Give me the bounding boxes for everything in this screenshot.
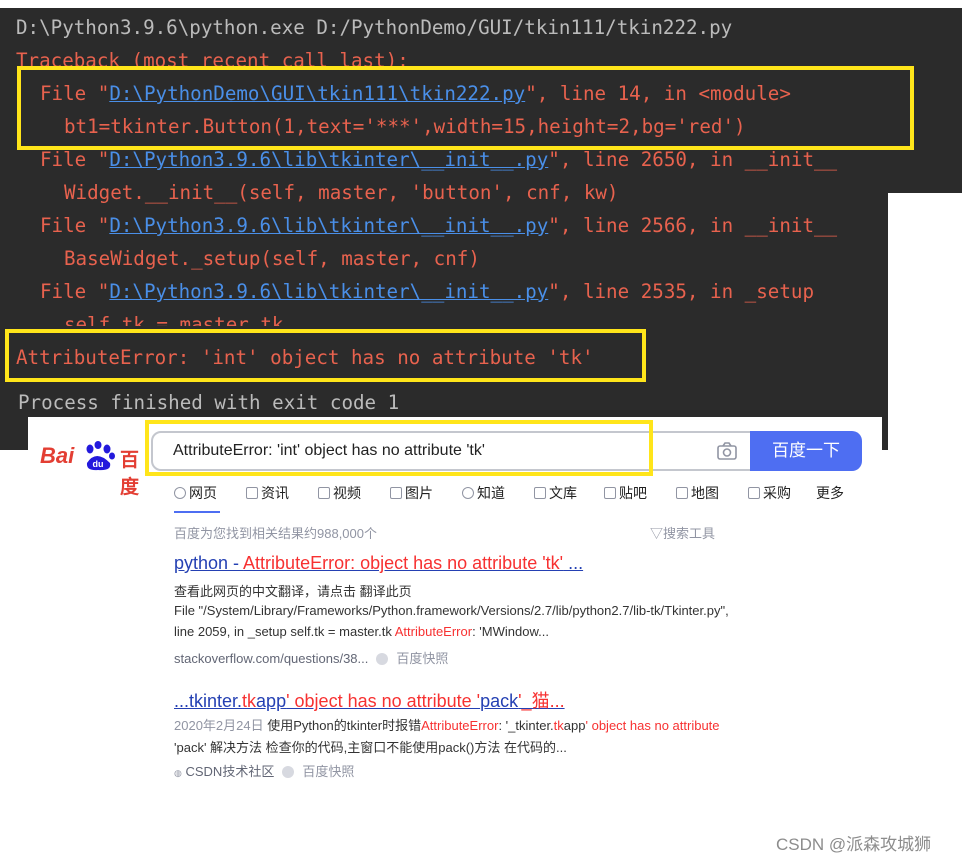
file-link[interactable]: D:\Python3.9.6\lib\tkinter\__init__.py — [109, 148, 548, 171]
search-tools-button[interactable]: ▽搜索工具 — [650, 523, 715, 542]
cart-icon — [748, 487, 760, 499]
snapshot-icon — [282, 766, 295, 778]
result-snippet: File "/System/Library/Frameworks/Python.… — [174, 603, 729, 618]
search-icon — [174, 487, 186, 499]
watermark: CSDN @派森攻城狮 — [776, 835, 932, 854]
image-icon — [390, 487, 402, 499]
tab-images[interactable]: 图片 — [390, 483, 433, 503]
active-tab-indicator — [174, 511, 220, 513]
snapshot-icon — [376, 653, 389, 665]
result-source[interactable]: stackoverflow.com/questions/38... 百度快照 — [174, 648, 448, 667]
result-date: 2020年2月24日 — [174, 718, 264, 733]
news-icon — [246, 487, 258, 499]
run-command: D:\Python3.9.6\python.exe D:/PythonDemo/… — [16, 16, 733, 39]
highlight-error-box — [5, 329, 646, 382]
tab-tieba[interactable]: 贴吧 — [604, 483, 647, 503]
snapshot-link[interactable]: 百度快照 — [396, 651, 448, 666]
baidu-search-page: Bai du 百度 百度一下 网页 资讯 视频 图片 知道 文库 贴吧 地图 采… — [28, 417, 882, 860]
map-icon — [676, 487, 688, 499]
result-title-link[interactable]: python - AttributeError: object has no a… — [174, 553, 583, 574]
tab-video[interactable]: 视频 — [318, 483, 361, 503]
traceback-code: BaseWidget._setup(self, master, cnf) — [64, 247, 480, 270]
result-snippet: 查看此网页的中文翻译，请点击 翻译此页 — [174, 584, 412, 599]
traceback-frame: File "D:\Python3.9.6\lib\tkinter\__init_… — [40, 280, 814, 303]
result-snippet: 'pack' 解决方法 检查你的代码,主窗口不能使用pack()方法 在代码的.… — [174, 740, 567, 755]
highlight-frame-box — [17, 66, 914, 150]
svg-text:du: du — [93, 459, 104, 469]
result-snippet: 2020年2月24日 使用Python的tkinter时报错AttributeE… — [174, 718, 720, 733]
question-icon — [462, 487, 474, 499]
tab-more[interactable]: 更多 — [816, 483, 844, 503]
tab-news[interactable]: 资讯 — [246, 483, 289, 503]
snapshot-link[interactable]: 百度快照 — [302, 764, 354, 779]
file-link[interactable]: D:\Python3.9.6\lib\tkinter\__init__.py — [109, 214, 548, 237]
tab-map[interactable]: 地图 — [676, 483, 719, 503]
csdn-icon: ◍ — [174, 768, 182, 778]
filter-icon: ▽ — [650, 526, 664, 541]
result-snippet: line 2059, in _setup self.tk = master.tk… — [174, 624, 549, 639]
traceback-code: Widget.__init__(self, master, 'button', … — [64, 181, 619, 204]
document-icon — [534, 487, 546, 499]
exit-message: Process finished with exit code 1 — [18, 391, 400, 414]
tab-purchase[interactable]: 采购 — [748, 483, 791, 503]
result-source[interactable]: ◍ CSDN技术社区 百度快照 — [174, 761, 354, 780]
camera-icon[interactable] — [717, 442, 737, 460]
tieba-icon — [604, 487, 616, 499]
highlight-search-box — [145, 420, 653, 476]
search-button[interactable]: 百度一下 — [750, 431, 862, 471]
tab-wenku[interactable]: 文库 — [534, 483, 577, 503]
tab-web[interactable]: 网页 — [174, 483, 217, 503]
traceback-frame: File "D:\Python3.9.6\lib\tkinter\__init_… — [40, 214, 838, 237]
result-count: 百度为您找到相关结果约988,000个 — [174, 526, 377, 541]
paw-icon: du — [86, 441, 115, 471]
video-icon — [318, 487, 330, 499]
file-link[interactable]: D:\Python3.9.6\lib\tkinter\__init__.py — [109, 280, 548, 303]
tab-zhidao[interactable]: 知道 — [462, 483, 505, 503]
traceback-code: self.tk = master.tk — [64, 313, 284, 326]
result-title-link[interactable]: ...tkinter.tkapp' object has no attribut… — [174, 687, 565, 713]
